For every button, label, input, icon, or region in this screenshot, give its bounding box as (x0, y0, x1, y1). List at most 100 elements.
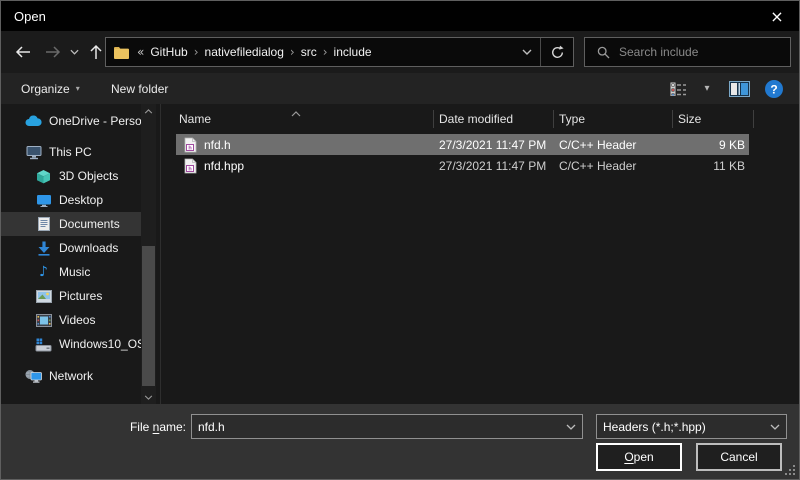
column-header-date-modified[interactable]: Date modified (434, 104, 554, 134)
main-area: OneDrive - Persor This PC 3D Objects Des… (1, 104, 799, 404)
refresh-icon (550, 45, 565, 60)
arrow-left-icon (15, 45, 31, 59)
preview-pane-button[interactable] (719, 73, 759, 104)
chevron-down-icon (522, 49, 532, 55)
column-header-size[interactable]: Size (673, 104, 754, 134)
sidebar-item-label: 3D Objects (59, 169, 118, 183)
document-icon (35, 217, 52, 231)
organize-button[interactable]: Organize ▾ (21, 73, 80, 104)
scroll-down-icon[interactable] (141, 390, 156, 404)
breadcrumb-item-include[interactable]: include (328, 38, 378, 66)
footer-panel: File name: Headers (*.h;*.hpp) Open Canc… (1, 404, 799, 479)
forward-button[interactable] (39, 39, 67, 65)
address-dropdown-button[interactable] (514, 38, 540, 66)
organize-label: Organize (21, 82, 70, 96)
sidebar-item-onedrive[interactable]: OneDrive - Persor (1, 109, 141, 133)
open-dialog: Open × « GitHub › nativefiledialog › src… (0, 0, 800, 480)
cancel-button[interactable]: Cancel (696, 443, 782, 471)
file-name-label: File name: (1, 420, 186, 434)
hard-drive-icon (35, 337, 52, 352)
sidebar-item-desktop[interactable]: Desktop (1, 188, 141, 212)
chevron-down-icon (70, 49, 79, 55)
search-input[interactable] (619, 39, 790, 65)
film-icon (35, 314, 52, 327)
title-bar: Open × (1, 1, 799, 31)
file-name-input[interactable] (192, 415, 560, 438)
scrollbar-thumb[interactable] (142, 246, 155, 386)
preview-pane-icon (729, 81, 750, 97)
sidebar-item-documents[interactable]: Documents (1, 212, 141, 236)
command-toolbar: Organize ▾ New folder ▾ (1, 73, 799, 104)
file-type: C/C++ Header (554, 138, 673, 152)
sidebar-item-label: Pictures (59, 289, 102, 303)
sidebar-item-label: OneDrive - Persor (49, 114, 141, 128)
file-date-modified: 27/3/2021 11:47 PM (434, 159, 554, 173)
file-row-nfd-hpp[interactable]: h nfd.hpp 27/3/2021 11:47 PM C/C++ Heade… (176, 155, 749, 176)
computer-icon (25, 145, 42, 160)
help-button[interactable]: ? (759, 73, 789, 104)
folder-icon (113, 45, 130, 60)
sidebar-item-videos[interactable]: Videos (1, 308, 141, 332)
chevron-down-icon[interactable] (560, 424, 582, 430)
file-size: 11 KB (673, 159, 749, 173)
scroll-up-icon[interactable] (141, 104, 156, 118)
magnifier-icon (597, 46, 610, 59)
file-name-combobox (191, 414, 583, 439)
file-type-select[interactable]: Headers (*.h;*.hpp) (596, 414, 787, 439)
sidebar-item-this-pc[interactable]: This PC (1, 140, 141, 164)
sidebar-item-label: Documents (59, 217, 120, 231)
download-arrow-icon (35, 241, 52, 256)
column-header-name[interactable]: Name (176, 104, 434, 134)
file-rows: h nfd.h 27/3/2021 11:47 PM C/C++ Header … (176, 134, 799, 176)
picture-icon (35, 290, 52, 303)
sidebar-scrollbar[interactable] (141, 104, 156, 404)
file-name: nfd.hpp (204, 159, 244, 173)
chevron-down-icon (764, 424, 786, 430)
arrow-up-icon (89, 44, 103, 60)
desktop-icon (35, 194, 52, 207)
dropdown-arrow-icon: ▾ (704, 83, 709, 94)
file-list: Name Date modified Type Size h nfd.h 27/… (161, 104, 799, 404)
network-icon (25, 369, 42, 383)
details-view-button[interactable] (661, 73, 695, 104)
file-size: 9 KB (673, 138, 749, 152)
back-button[interactable] (9, 39, 37, 65)
refresh-button[interactable] (541, 38, 573, 66)
sidebar-item-music[interactable]: ♪ Music (1, 260, 141, 284)
sidebar-item-windows10-os[interactable]: Windows10_OS ( (1, 332, 141, 356)
sidebar-item-pictures[interactable]: Pictures (1, 284, 141, 308)
sidebar-item-network[interactable]: Network (1, 364, 141, 388)
address-bar[interactable]: « GitHub › nativefiledialog › src › incl… (105, 37, 574, 67)
column-headers: Name Date modified Type Size (176, 104, 799, 134)
view-dropdown-button[interactable]: ▾ (695, 73, 719, 104)
breadcrumb-overflow[interactable]: « (137, 45, 144, 59)
sidebar-item-label: Network (49, 369, 93, 383)
sidebar-item-label: Desktop (59, 193, 103, 207)
new-folder-button[interactable]: New folder (111, 73, 168, 104)
sidebar-item-3d-objects[interactable]: 3D Objects (1, 164, 141, 188)
header-file-icon: h (184, 137, 197, 153)
sidebar-item-label: Windows10_OS ( (59, 337, 141, 351)
file-row-nfd-h[interactable]: h nfd.h 27/3/2021 11:47 PM C/C++ Header … (176, 134, 749, 155)
sidebar-item-label: This PC (49, 145, 92, 159)
dialog-title: Open (1, 9, 46, 24)
recent-locations-button[interactable] (65, 39, 83, 65)
sidebar-item-label: Music (59, 265, 90, 279)
navigation-bar: « GitHub › nativefiledialog › src › incl… (1, 31, 799, 73)
onedrive-cloud-icon (25, 115, 42, 127)
open-button[interactable]: Open (596, 443, 682, 471)
details-view-icon (670, 82, 687, 96)
svg-text:?: ? (770, 82, 777, 96)
new-folder-label: New folder (111, 82, 168, 96)
sidebar-item-downloads[interactable]: Downloads (1, 236, 141, 260)
search-box (584, 37, 791, 67)
music-note-icon: ♪ (35, 264, 52, 280)
close-icon[interactable]: × (755, 1, 799, 31)
breadcrumb-item-github[interactable]: GitHub (144, 38, 193, 66)
header-file-icon: h (184, 158, 197, 174)
breadcrumb-item-src[interactable]: src (295, 38, 323, 66)
column-header-type[interactable]: Type (554, 104, 673, 134)
resize-grip[interactable] (784, 464, 795, 475)
file-name: nfd.h (204, 138, 231, 152)
breadcrumb-item-nativefiledialog[interactable]: nativefiledialog (199, 38, 290, 66)
